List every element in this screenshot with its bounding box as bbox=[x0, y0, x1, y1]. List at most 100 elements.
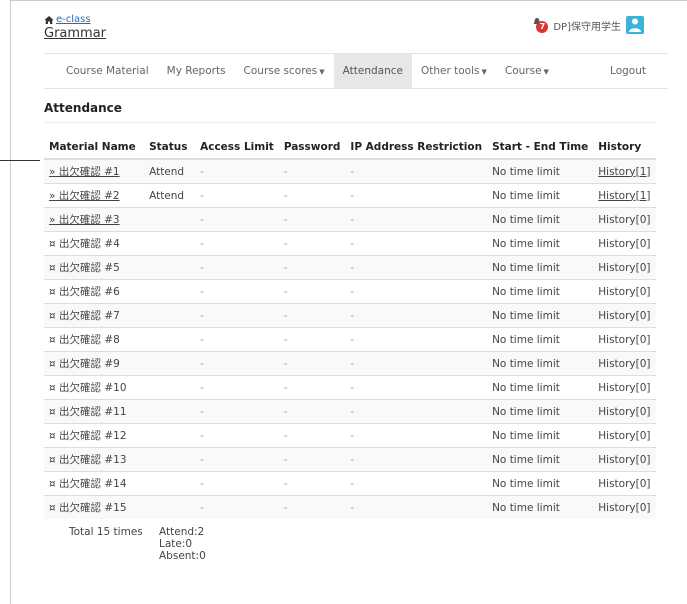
column-header-access-limit: Access Limit bbox=[195, 135, 279, 160]
history-cell: History[0] bbox=[593, 231, 656, 256]
ip-restriction-cell: - bbox=[345, 495, 488, 519]
status-cell bbox=[144, 399, 196, 424]
time-cell: No time limit bbox=[487, 231, 594, 256]
nav-label: Course scores bbox=[243, 65, 318, 77]
table-row: ¤ 出欠確認 #10 - - - No time limit History[0… bbox=[44, 375, 656, 400]
nav-other-tools-dropdown[interactable]: Other tools ▼ bbox=[412, 54, 496, 88]
access-limit-cell: - bbox=[195, 495, 279, 519]
history-cell: History[0] bbox=[593, 447, 656, 472]
password-cell: - bbox=[278, 183, 346, 208]
ip-restriction-cell: - bbox=[345, 158, 488, 184]
history-cell: History[0] bbox=[593, 255, 656, 280]
material-name-cell: ¤ 出欠確認 #4 bbox=[44, 231, 145, 256]
material-link[interactable]: » 出欠確認 #2 bbox=[44, 183, 145, 208]
caret-down-icon: ▼ bbox=[543, 68, 549, 76]
material-name-cell: ¤ 出欠確認 #11 bbox=[44, 399, 145, 424]
material-name-cell: ¤ 出欠確認 #9 bbox=[44, 351, 145, 376]
table-row: ¤ 出欠確認 #5 - - - No time limit History[0] bbox=[44, 255, 656, 280]
table-row: ¤ 出欠確認 #12 - - - No time limit History[0… bbox=[44, 423, 656, 448]
attendance-table: Material Name Status Access Limit Passwo… bbox=[44, 135, 656, 519]
history-cell: History[0] bbox=[593, 327, 656, 352]
table-row: ¤ 出欠確認 #7 - - - No time limit History[0] bbox=[44, 303, 656, 328]
material-name-cell: ¤ 出欠確認 #13 bbox=[44, 447, 145, 472]
caret-down-icon: ▼ bbox=[481, 68, 487, 76]
logout-button[interactable]: Logout bbox=[601, 54, 668, 88]
column-header-ip-restriction: IP Address Restriction bbox=[345, 135, 488, 160]
nav-course-dropdown[interactable]: Course ▼ bbox=[496, 54, 558, 88]
time-cell: No time limit bbox=[487, 158, 594, 184]
status-cell bbox=[144, 495, 196, 519]
ip-restriction-cell: - bbox=[345, 399, 488, 424]
user-area: 7 DP]保守用学生 bbox=[532, 16, 644, 34]
table-row: ¤ 出欠確認 #4 - - - No time limit History[0] bbox=[44, 231, 656, 256]
ip-restriction-cell: - bbox=[345, 279, 488, 304]
nav-label: Course Material bbox=[66, 65, 149, 77]
nav-attendance[interactable]: Attendance bbox=[333, 54, 412, 88]
history-cell: History[0] bbox=[593, 279, 656, 304]
password-cell: - bbox=[278, 471, 346, 496]
status-cell bbox=[144, 327, 196, 352]
ip-restriction-cell: - bbox=[345, 207, 488, 232]
history-cell: History[0] bbox=[593, 471, 656, 496]
time-cell: No time limit bbox=[487, 279, 594, 304]
status-cell: Attend bbox=[144, 158, 196, 184]
history-cell: History[0] bbox=[593, 207, 656, 232]
nav-course-scores-dropdown[interactable]: Course scores ▼ bbox=[235, 54, 334, 88]
table-header-row: Material Name Status Access Limit Passwo… bbox=[44, 135, 656, 160]
nav-my-reports[interactable]: My Reports bbox=[158, 54, 235, 88]
column-header-material-name: Material Name bbox=[44, 135, 145, 160]
ip-restriction-cell: - bbox=[345, 351, 488, 376]
time-cell: No time limit bbox=[487, 375, 594, 400]
nav-course-material[interactable]: Course Material bbox=[44, 54, 158, 88]
access-limit-cell: - bbox=[195, 423, 279, 448]
material-link[interactable]: » 出欠確認 #3 bbox=[44, 207, 145, 232]
home-link-label[interactable]: e-class bbox=[56, 14, 91, 25]
material-name-cell: ¤ 出欠確認 #14 bbox=[44, 471, 145, 496]
password-cell: - bbox=[278, 495, 346, 519]
ip-restriction-cell: - bbox=[345, 231, 488, 256]
user-icon[interactable] bbox=[626, 16, 644, 34]
history-link[interactable]: History[1] bbox=[593, 158, 656, 184]
status-cell bbox=[144, 423, 196, 448]
access-limit-cell: - bbox=[195, 231, 279, 256]
material-link[interactable]: » 出欠確認 #1 bbox=[44, 158, 145, 184]
time-cell: No time limit bbox=[487, 351, 594, 376]
ip-restriction-cell: - bbox=[345, 327, 488, 352]
password-cell: - bbox=[278, 375, 346, 400]
heading-divider bbox=[44, 122, 656, 123]
status-cell bbox=[144, 471, 196, 496]
user-name[interactable]: DP]保守用学生 bbox=[553, 18, 621, 33]
password-cell: - bbox=[278, 158, 346, 184]
password-cell: - bbox=[278, 399, 346, 424]
time-cell: No time limit bbox=[487, 303, 594, 328]
nav-label: Other tools bbox=[420, 65, 480, 77]
password-cell: - bbox=[278, 279, 346, 304]
password-cell: - bbox=[278, 255, 346, 280]
time-cell: No time limit bbox=[487, 255, 594, 280]
table-row: ¤ 出欠確認 #6 - - - No time limit History[0] bbox=[44, 279, 656, 304]
access-limit-cell: - bbox=[195, 303, 279, 328]
access-limit-cell: - bbox=[195, 399, 279, 424]
time-cell: No time limit bbox=[487, 207, 594, 232]
material-name-cell: ¤ 出欠確認 #12 bbox=[44, 423, 145, 448]
ip-restriction-cell: - bbox=[345, 183, 488, 208]
access-limit-cell: - bbox=[195, 327, 279, 352]
home-icon bbox=[44, 15, 54, 24]
access-limit-cell: - bbox=[195, 255, 279, 280]
status-cell bbox=[144, 255, 196, 280]
table-row: » 出欠確認 #3 - - - No time limit History[0] bbox=[44, 207, 656, 232]
ip-restriction-cell: - bbox=[345, 255, 488, 280]
late-count: Late:0 bbox=[159, 538, 193, 550]
status-cell bbox=[144, 207, 196, 232]
access-limit-cell: - bbox=[195, 447, 279, 472]
history-link[interactable]: History[1] bbox=[593, 183, 656, 208]
annotation-line bbox=[0, 160, 40, 161]
status-cell bbox=[144, 351, 196, 376]
status-cell: Attend bbox=[144, 183, 196, 208]
access-limit-cell: - bbox=[195, 471, 279, 496]
table-row: ¤ 出欠確認 #11 - - - No time limit History[0… bbox=[44, 399, 656, 424]
notification-button[interactable]: 7 bbox=[532, 17, 549, 33]
password-cell: - bbox=[278, 327, 346, 352]
history-cell: History[0] bbox=[593, 423, 656, 448]
